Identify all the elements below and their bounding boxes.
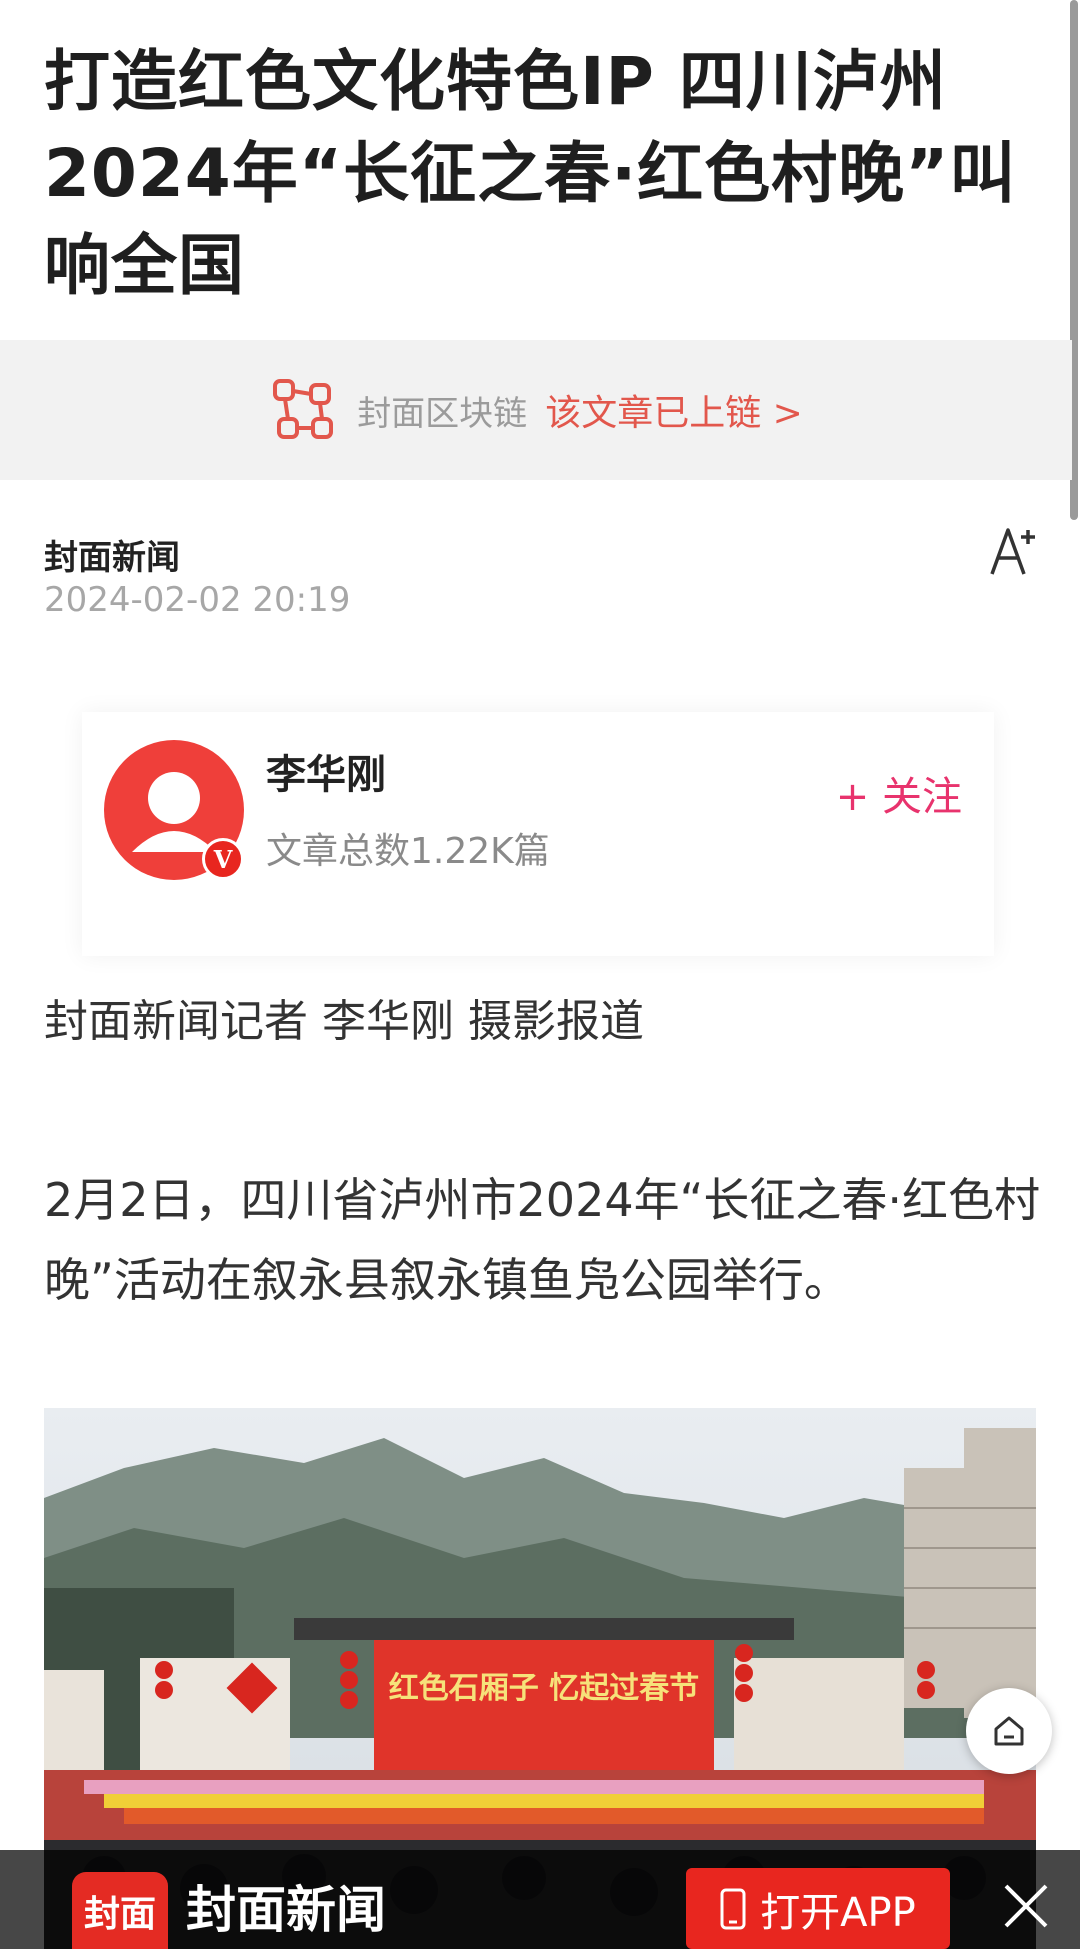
blockchain-icon: [273, 379, 334, 439]
article-paragraph: 2月2日，四川省泸州市2024年“长征之春·红色村晚”活动在叙永县叙永镇鱼凫公园…: [44, 1173, 1041, 1307]
open-app-button[interactable]: 打开APP: [686, 1868, 950, 1949]
font-size-icon[interactable]: [988, 522, 1040, 578]
follow-button[interactable]: + 关注: [836, 764, 962, 822]
open-app-label: 打开APP: [760, 1889, 916, 1936]
publish-date: 2024-02-02 20:19: [44, 580, 351, 620]
blockchain-link[interactable]: 该文章已上链 >: [545, 384, 803, 436]
home-icon: [994, 1716, 1024, 1746]
source-name: 封面新闻: [44, 538, 180, 578]
author-article-count: 文章总数1.22K篇: [266, 831, 550, 872]
author-name[interactable]: 李华刚: [266, 742, 386, 800]
article-title: 打造红色文化特色IP 四川泸州2024年“长征之春·红色村晚”叫响全国: [44, 43, 1017, 304]
author-card[interactable]: V 李华刚 文章总数1.22K篇 + 关注: [82, 712, 994, 956]
app-logo: 封面: [72, 1872, 168, 1949]
close-icon[interactable]: [998, 1878, 1054, 1934]
blockchain-bar[interactable]: 封面区块链 该文章已上链 >: [0, 340, 1072, 480]
verified-badge: V: [202, 838, 244, 880]
home-button[interactable]: [966, 1688, 1052, 1774]
article-byline: 封面新闻记者 李华刚 摄影报道: [44, 996, 644, 1047]
phone-icon: [720, 1888, 746, 1929]
svg-text:红色石厢子 忆起过春节: 红色石厢子 忆起过春节: [389, 1671, 699, 1706]
app-download-banner[interactable]: 封面 封面新闻 打开APP: [0, 1850, 1080, 1949]
blockchain-label: 封面区块链: [357, 393, 528, 434]
app-name: 封面新闻: [186, 1880, 386, 1939]
